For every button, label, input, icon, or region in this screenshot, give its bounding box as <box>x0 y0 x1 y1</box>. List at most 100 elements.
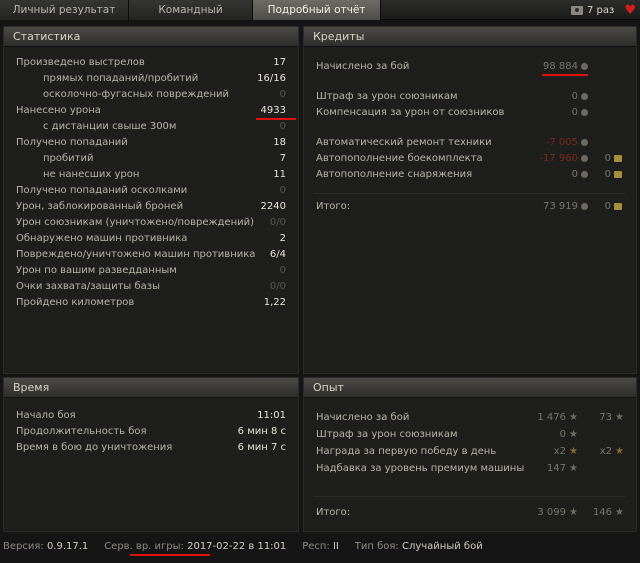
stat-row: Повреждено/уничтожено машин противника 6… <box>4 247 298 262</box>
stat-value: 7 <box>279 153 286 164</box>
time-label: Начало боя <box>16 410 76 421</box>
xp-premium-value: 147 ★ <box>546 463 578 474</box>
statistics-panel: Статистика Произведено выстрелов 17 прям… <box>3 26 299 374</box>
credits-ammo-label: Автопополнение боекомплекта <box>316 153 483 164</box>
stat-label: Произведено выстрелов <box>16 57 145 68</box>
stat-row: Урон по вашим разведданным 0 <box>4 263 298 278</box>
stat-row: Пройдено километров 1,22 <box>4 295 298 310</box>
stat-row: Нанесено урона 4933 <box>4 103 298 118</box>
xp-fine-value: 0 ★ <box>559 429 578 440</box>
free-xp-star-icon: ★ <box>615 507 624 518</box>
credits-equip-row: Автопополнение снаряжения 0 0 <box>304 167 636 182</box>
xp-total-row: Итого: 3 099 ★ 146 ★ <box>304 505 636 520</box>
tab-personal-result[interactable]: Личный результат <box>0 0 129 20</box>
credits-repair-label: Автоматический ремонт техники <box>316 137 492 148</box>
stat-value: 18 <box>273 137 286 148</box>
credits-divider <box>314 193 626 194</box>
stat-row: с дистанции свыше 300м 0 <box>4 119 298 134</box>
footer-info: Версия: 0.9.17.1 Серв. вр. игры: 2017-02… <box>0 536 640 563</box>
credits-earned-row: Начислено за бой 98 884 <box>304 59 636 74</box>
credits-total-value: 73 919 <box>543 199 588 214</box>
stat-value: 17 <box>273 57 286 68</box>
stat-row: прямых попаданий/пробитий 16/16 <box>4 71 298 86</box>
damage-dealt-value: 4933 <box>260 105 286 116</box>
stat-row: осколочно-фугасных повреждений 0 <box>4 87 298 102</box>
stat-value: 0/0 <box>269 281 286 292</box>
stat-label: Получено попаданий осколками <box>16 185 188 196</box>
stat-label: Урон союзникам (уничтожено/повреждений) <box>16 217 255 228</box>
credits-ammo-gold: 0 <box>605 151 622 166</box>
server-time-label: Серв. вр. игры: <box>104 541 184 552</box>
credits-ammo-row: Автопополнение боекомплекта -17 960 0 <box>304 151 636 166</box>
stat-row: Произведено выстрелов 17 <box>4 55 298 70</box>
stat-value: 0 <box>279 121 286 132</box>
battle-type-value: Случайный бой <box>401 541 483 552</box>
time-row: Время в бою до уничтожения 6 мин 7 с <box>4 440 298 455</box>
stat-value: 11 <box>273 169 286 180</box>
heart-icon[interactable]: ♥ <box>624 4 636 17</box>
stat-label: не нанесших урон <box>43 169 140 180</box>
credits-repair-row: Автоматический ремонт техники -7 005 <box>304 135 636 150</box>
server-time-value: 2017-02-22 в 11:01 <box>187 541 287 552</box>
stat-row: Очки захвата/защиты базы 0/0 <box>4 279 298 294</box>
time-title: Время <box>4 378 298 398</box>
credits-earned-label: Начислено за бой <box>316 61 410 72</box>
stat-label: Пройдено километров <box>16 297 135 308</box>
stat-value: 0/0 <box>269 217 286 228</box>
credits-title: Кредиты <box>304 27 636 47</box>
xp-star-icon: ★ <box>569 412 578 423</box>
stat-row: не нанесших урон 11 <box>4 167 298 182</box>
stat-value: 2240 <box>260 201 286 212</box>
xp-total-label: Итого: <box>316 507 351 518</box>
credits-fine-row: Штраф за урон союзникам 0 <box>304 89 636 104</box>
stat-label: Получено попаданий <box>16 137 128 148</box>
experience-panel: Опыт Начислено за бой 1 476 ★ 73 ★ Штраф з… <box>303 377 637 532</box>
tab-bar-right: 7 раз ♥ <box>571 0 640 20</box>
credits-repair-value: -7 005 <box>546 135 588 150</box>
credits-coin-icon <box>581 138 588 146</box>
credits-coin-icon <box>581 92 588 100</box>
stat-row: Урон союзникам (уничтожено/повреждений) … <box>4 215 298 230</box>
xp-fine-label: Штраф за урон союзникам <box>316 429 458 440</box>
gold-icon <box>614 154 622 162</box>
stat-label: Урон, заблокированный броней <box>16 201 184 212</box>
stat-label: с дистанции свыше 300м <box>43 121 177 132</box>
region-label: Респ: <box>302 541 330 552</box>
credits-equip-gold: 0 <box>605 167 622 182</box>
xp-star-icon: ★ <box>569 429 578 440</box>
time-row: Начало боя 11:01 <box>4 408 298 423</box>
stat-label: Нанесено урона <box>16 105 101 116</box>
xp-first-win-free: x2 ★ <box>599 446 624 457</box>
xp-fine-row: Штраф за урон союзникам 0 ★ <box>304 427 636 442</box>
xp-total-value: 3 099 ★ <box>537 507 578 518</box>
camera-icon[interactable] <box>571 5 583 15</box>
tab-detailed-report[interactable]: Подробный отчёт <box>253 0 381 20</box>
credits-coin-icon <box>581 108 588 116</box>
xp-earned-value: 1 476 ★ <box>537 412 578 423</box>
stat-value: 2 <box>279 233 286 244</box>
time-value: 11:01 <box>257 410 286 421</box>
battle-type-label: Тип боя: <box>354 541 399 552</box>
xp-premium-label: Надбавка за уровень премиум машины <box>316 463 525 474</box>
experience-title: Опыт <box>304 378 636 398</box>
stat-value: 0 <box>279 185 286 196</box>
stat-label: осколочно-фугасных повреждений <box>43 89 229 100</box>
time-value: 6 мин 8 с <box>237 426 286 437</box>
xp-star-icon: ★ <box>569 507 578 518</box>
xp-premium-row: Надбавка за уровень премиум машины 147 ★ <box>304 461 636 476</box>
credits-earned-value: 98 884 <box>543 59 588 74</box>
tab-team-result[interactable]: Командный результат <box>129 0 253 36</box>
credits-comp-row: Компенсация за урон от союзников 0 <box>304 105 636 120</box>
tab-bar: Личный результат Командный результат Под… <box>0 0 640 36</box>
xp-earned-label: Начислено за бой <box>316 412 410 423</box>
credits-equip-value: 0 <box>572 167 588 182</box>
stat-value: 16/16 <box>257 73 286 84</box>
credits-ammo-value: -17 960 <box>539 151 588 166</box>
server-time-underline <box>130 554 210 556</box>
stat-value: 0 <box>279 265 286 276</box>
credits-coin-icon <box>581 202 588 210</box>
credits-total-row: Итого: 73 919 0 <box>304 199 636 214</box>
stat-label: Урон по вашим разведданным <box>16 265 177 276</box>
xp-earned-row: Начислено за бой 1 476 ★ 73 ★ <box>304 410 636 425</box>
gold-icon <box>614 202 622 210</box>
